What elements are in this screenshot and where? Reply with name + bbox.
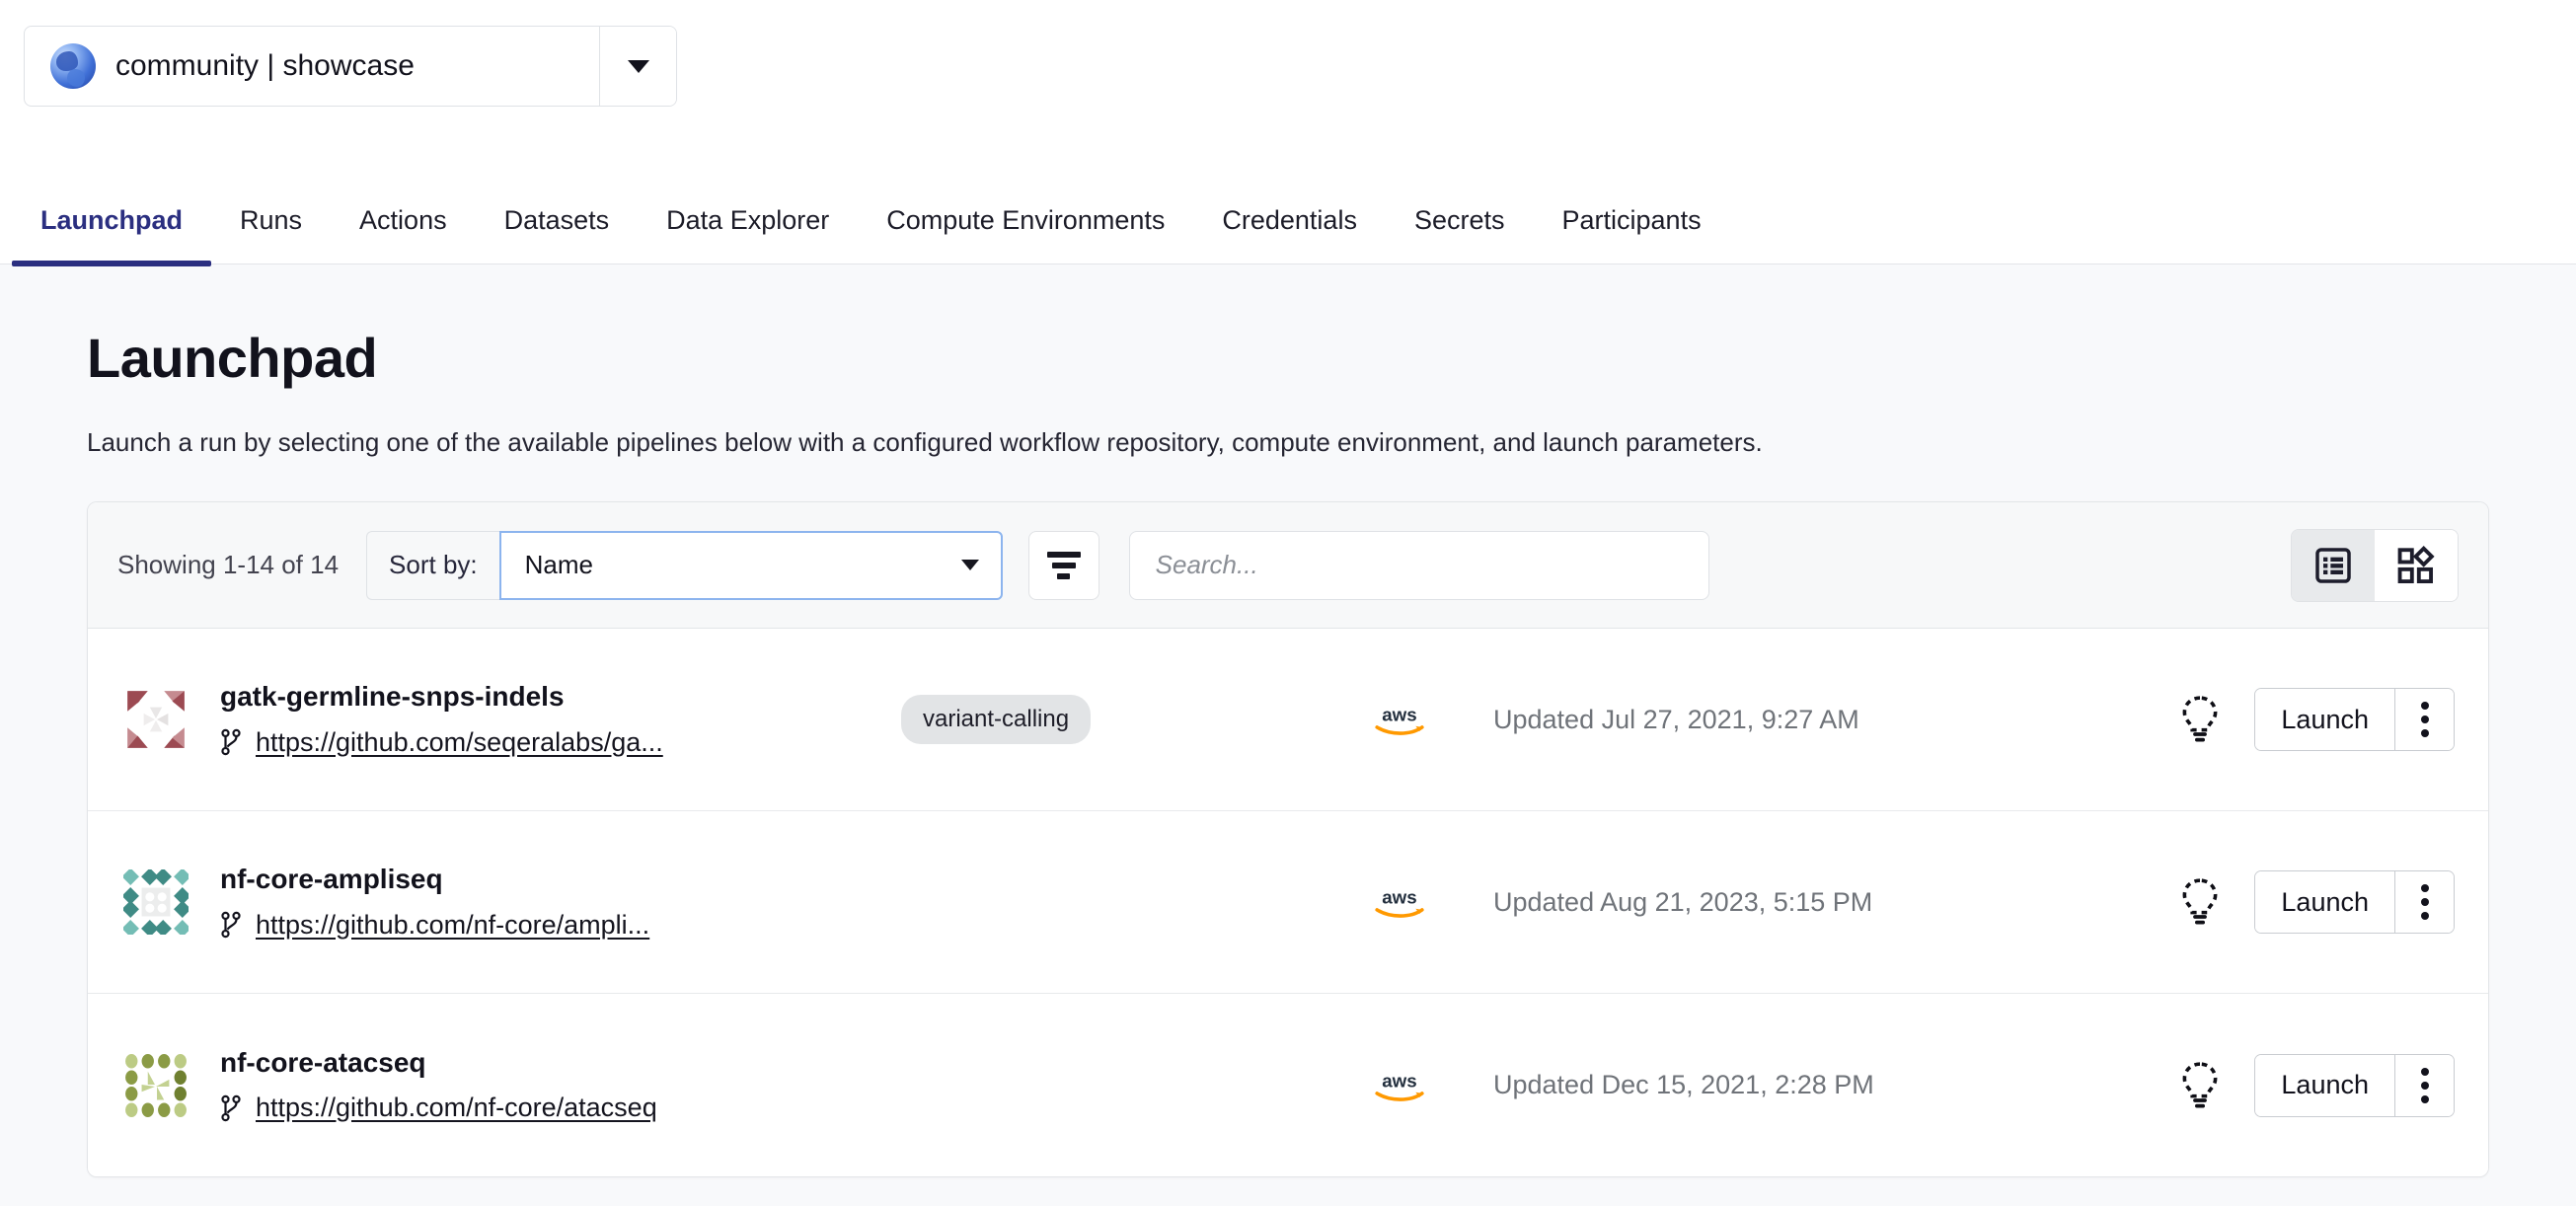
pipeline-repo-url[interactable]: https://github.com/nf-core/ampli... xyxy=(256,910,649,941)
git-branch-icon xyxy=(220,1094,242,1122)
pipeline-platform-cell: aws xyxy=(1316,1067,1483,1104)
tab-secrets[interactable]: Secrets xyxy=(1386,207,1534,264)
pipeline-updated: Updated Jul 27, 2021, 9:27 AM xyxy=(1483,705,2146,735)
chevron-down-icon xyxy=(961,560,979,570)
pipeline-repo-line: https://github.com/nf-core/ampli... xyxy=(220,910,901,941)
svg-text:aws: aws xyxy=(1382,1070,1416,1091)
filter-icon xyxy=(1047,552,1081,579)
page-subtitle: Launch a run by selecting one of the ava… xyxy=(87,427,2489,458)
pipeline-repo-url[interactable]: https://github.com/nf-core/atacseq xyxy=(256,1093,657,1123)
list-view-button[interactable] xyxy=(2292,530,2375,601)
workspace-selector[interactable]: community | showcase xyxy=(24,26,677,107)
pipeline-platform-cell: aws xyxy=(1316,701,1483,738)
aws-icon: aws xyxy=(1369,1067,1430,1104)
top-bar: community | showcase Launchpad Runs Acti… xyxy=(0,0,2576,264)
showing-count: Showing 1-14 of 14 xyxy=(117,550,366,580)
row-menu-button[interactable] xyxy=(2394,871,2454,933)
workspace-name: community | showcase xyxy=(115,49,415,83)
sort-by-value: Name xyxy=(525,550,593,580)
pipeline-hint-cell xyxy=(2146,695,2254,744)
kebab-dot xyxy=(2421,912,2429,920)
lightbulb-icon[interactable] xyxy=(2178,695,2222,744)
row-menu-button[interactable] xyxy=(2394,689,2454,750)
kebab-dot xyxy=(2421,884,2429,892)
search-container xyxy=(1129,531,1710,600)
lightbulb-icon[interactable] xyxy=(2178,877,2222,927)
pipeline-name-cell: nf-core-ampliseq https://github.com/nf-c… xyxy=(220,864,901,940)
grid-view-icon xyxy=(2395,545,2437,586)
pipeline-name: nf-core-ampliseq xyxy=(220,864,901,895)
tab-datasets[interactable]: Datasets xyxy=(476,207,639,264)
pipeline-name-cell: nf-core-atacseq https://github.com/nf-co… xyxy=(220,1047,901,1123)
sort-control: Sort by: Name xyxy=(366,531,1003,600)
grid-view-button[interactable] xyxy=(2375,530,2458,601)
tab-data-explorer[interactable]: Data Explorer xyxy=(638,207,858,264)
globe-icon xyxy=(50,43,96,89)
pipelines-toolbar: Showing 1-14 of 14 Sort by: Name xyxy=(88,502,2488,629)
list-view-icon xyxy=(2313,546,2353,585)
search-input[interactable] xyxy=(1129,531,1710,600)
pipeline-avatar-icon xyxy=(123,869,189,935)
pipeline-avatar-icon xyxy=(123,687,189,752)
pipeline-updated: Updated Aug 21, 2023, 5:15 PM xyxy=(1483,887,2146,918)
main-tab-bar: Launchpad Runs Actions Datasets Data Exp… xyxy=(0,156,2576,264)
pipeline-name: nf-core-atacseq xyxy=(220,1047,901,1079)
pipeline-hint-cell xyxy=(2146,877,2254,927)
launch-button-group: Launch xyxy=(2254,1054,2455,1117)
aws-icon: aws xyxy=(1369,883,1430,921)
tab-actions[interactable]: Actions xyxy=(331,207,476,264)
pipeline-avatar-icon xyxy=(123,1053,189,1118)
status-badge: variant-calling xyxy=(901,695,1091,744)
launch-button[interactable]: Launch xyxy=(2255,689,2394,750)
sort-by-label: Sort by: xyxy=(366,531,499,600)
kebab-dot xyxy=(2421,729,2429,737)
launch-button-group: Launch xyxy=(2254,688,2455,751)
pipeline-hint-cell xyxy=(2146,1061,2254,1110)
launch-button[interactable]: Launch xyxy=(2255,1055,2394,1116)
lightbulb-icon[interactable] xyxy=(2178,1061,2222,1110)
tab-runs[interactable]: Runs xyxy=(211,207,331,264)
tab-participants[interactable]: Participants xyxy=(1534,207,1730,264)
filter-button[interactable] xyxy=(1028,531,1099,600)
kebab-dot xyxy=(2421,898,2429,906)
page-title: Launchpad xyxy=(87,326,2489,390)
sort-by-select[interactable]: Name xyxy=(499,531,1003,600)
table-row[interactable]: nf-core-ampliseq https://github.com/nf-c… xyxy=(88,811,2488,994)
page-content: Launchpad Launch a run by selecting one … xyxy=(0,264,2576,1206)
pipeline-name: gatk-germline-snps-indels xyxy=(220,681,901,713)
view-toggle-group xyxy=(2291,529,2459,602)
pipeline-tags-cell: variant-calling xyxy=(901,695,1316,744)
pipeline-name-cell: gatk-germline-snps-indels https://github… xyxy=(220,681,901,757)
pipeline-repo-line: https://github.com/nf-core/atacseq xyxy=(220,1093,901,1123)
pipeline-updated: Updated Dec 15, 2021, 2:28 PM xyxy=(1483,1070,2146,1100)
git-branch-icon xyxy=(220,728,242,756)
kebab-dot xyxy=(2421,1095,2429,1103)
launch-button[interactable]: Launch xyxy=(2255,871,2394,933)
table-row[interactable]: gatk-germline-snps-indels https://github… xyxy=(88,629,2488,811)
workspace-dropdown-button[interactable] xyxy=(599,27,676,106)
pipeline-repo-url[interactable]: https://github.com/seqeralabs/ga... xyxy=(256,727,663,758)
kebab-dot xyxy=(2421,702,2429,710)
aws-icon: aws xyxy=(1369,701,1430,738)
kebab-dot xyxy=(2421,1082,2429,1090)
svg-text:aws: aws xyxy=(1382,705,1416,725)
kebab-dot xyxy=(2421,1068,2429,1076)
pipelines-card: Showing 1-14 of 14 Sort by: Name xyxy=(87,501,2489,1177)
chevron-down-icon xyxy=(628,60,649,73)
tab-launchpad[interactable]: Launchpad xyxy=(12,207,211,264)
tab-compute-environments[interactable]: Compute Environments xyxy=(858,207,1193,264)
git-branch-icon xyxy=(220,911,242,939)
pipeline-platform-cell: aws xyxy=(1316,883,1483,921)
svg-text:aws: aws xyxy=(1382,887,1416,908)
pipeline-repo-line: https://github.com/seqeralabs/ga... xyxy=(220,727,901,758)
kebab-dot xyxy=(2421,716,2429,723)
table-row[interactable]: nf-core-atacseq https://github.com/nf-co… xyxy=(88,994,2488,1176)
tab-credentials[interactable]: Credentials xyxy=(1193,207,1386,264)
workspace-selector-main[interactable]: community | showcase xyxy=(25,27,599,106)
launch-button-group: Launch xyxy=(2254,870,2455,934)
row-menu-button[interactable] xyxy=(2394,1055,2454,1116)
